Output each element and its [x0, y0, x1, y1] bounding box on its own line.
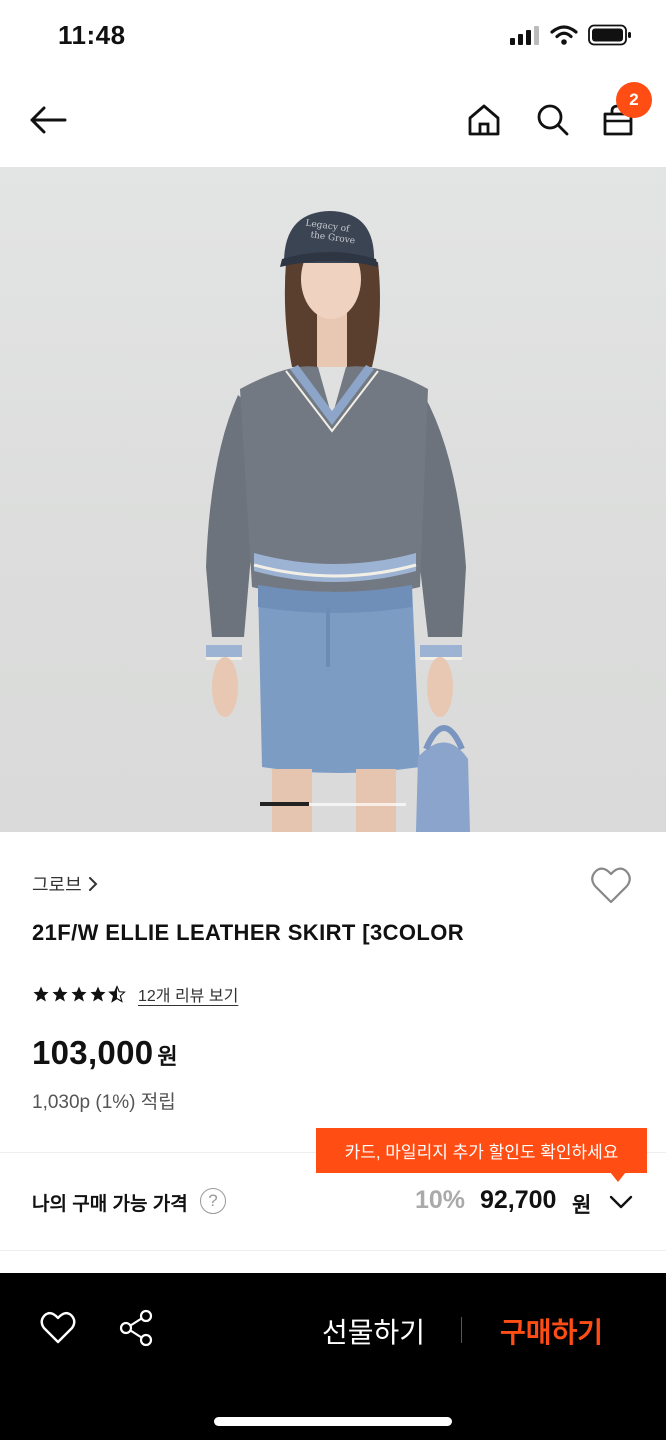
- divider: [461, 1317, 462, 1343]
- brand-link[interactable]: 그로브: [32, 871, 98, 897]
- brand-name: 그로브: [32, 875, 82, 895]
- status-bar: 11:48: [0, 0, 666, 72]
- product-price: 103,000 원: [32, 1034, 178, 1072]
- status-time: 11:48: [58, 20, 126, 50]
- wifi-icon: [550, 25, 578, 45]
- search-button[interactable]: [531, 98, 575, 142]
- share-icon: [119, 1309, 153, 1347]
- star-half-icon: [108, 985, 126, 1003]
- gift-button[interactable]: 선물하기: [322, 1311, 425, 1351]
- arrow-left-icon: [30, 106, 67, 134]
- share-button[interactable]: [118, 1309, 154, 1347]
- product-image[interactable]: Legacy of the Grove: [0, 167, 666, 832]
- star-filled-icon: [52, 986, 68, 1002]
- cellular-signal-icon: [510, 26, 539, 45]
- battery-icon: [588, 24, 631, 46]
- heart-outline-icon: [591, 867, 631, 904]
- cart-count-badge: 2: [616, 82, 652, 118]
- star-filled-icon: [71, 986, 87, 1002]
- review-link[interactable]: 12개 리뷰 보기: [138, 982, 238, 1006]
- image-pager-indicator: [260, 802, 309, 806]
- divider: [0, 1250, 666, 1251]
- discount-expand-button[interactable]: [608, 1190, 634, 1214]
- discount-tooltip: 카드, 마일리지 추가 할인도 확인하세요: [316, 1128, 647, 1173]
- star-filled-icon: [90, 986, 106, 1002]
- back-button[interactable]: [26, 98, 70, 142]
- my-price-label: 나의 구매 가능 가격: [32, 1194, 188, 1215]
- home-indicator: [214, 1417, 452, 1426]
- star-filled-icon: [33, 986, 49, 1002]
- product-title: 21F/W ELLIE LEATHER SKIRT [3COLOR: [32, 920, 465, 945]
- discount-price-unit: 원: [572, 1194, 592, 1217]
- wishlist-button[interactable]: [590, 866, 632, 906]
- price-unit: 원: [157, 1044, 178, 1069]
- price-value: 103,000: [32, 1034, 154, 1071]
- top-nav: [0, 72, 666, 167]
- buy-button[interactable]: 구매하기: [500, 1311, 603, 1351]
- product-photo: Legacy of the Grove: [206, 211, 470, 832]
- discount-price: 92,700: [480, 1186, 557, 1214]
- search-icon: [537, 104, 569, 136]
- bottom-action-bar: 선물하기 구매하기: [0, 1273, 666, 1440]
- status-icons: [510, 24, 632, 46]
- rating-row: 12개 리뷰 보기: [32, 982, 238, 1006]
- home-icon: [468, 104, 500, 136]
- home-button[interactable]: [462, 98, 506, 142]
- chevron-down-icon: [609, 1195, 633, 1209]
- chevron-right-icon: [88, 877, 98, 891]
- tooltip-tail: [610, 1172, 626, 1182]
- rating-stars: [32, 985, 126, 1003]
- bottom-wishlist-button[interactable]: [40, 1311, 76, 1345]
- points-info: 1,030p (1%) 적립: [32, 1092, 176, 1113]
- heart-outline-icon: [40, 1311, 76, 1344]
- discount-rate: 10%: [415, 1186, 466, 1214]
- help-icon[interactable]: ?: [200, 1188, 226, 1214]
